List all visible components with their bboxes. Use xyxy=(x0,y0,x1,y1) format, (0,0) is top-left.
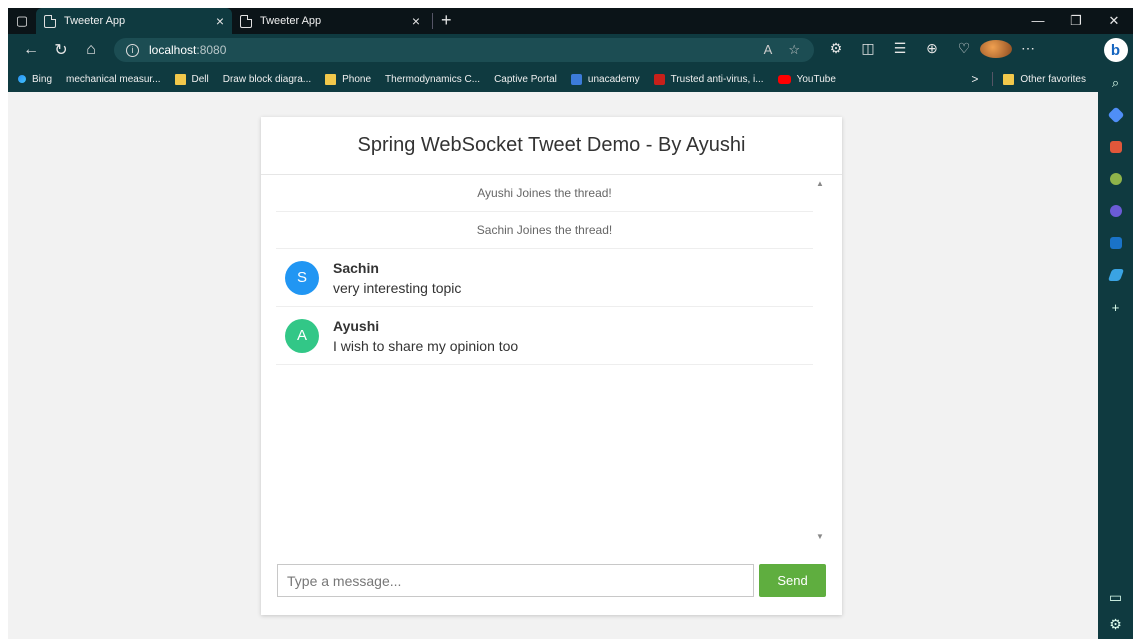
chat-message: A Ayushi I wish to share my opinion too xyxy=(276,307,813,365)
favorite-unacademy[interactable]: unacademy xyxy=(570,73,640,85)
favorite-youtube[interactable]: YouTube xyxy=(777,73,836,85)
microsoft365-icon[interactable] xyxy=(1105,200,1127,222)
info-icon[interactable]: i xyxy=(126,43,139,57)
close-icon[interactable]: × xyxy=(412,13,420,29)
favorite-label: Thermodynamics C... xyxy=(385,73,481,85)
toolbox-icon[interactable] xyxy=(1105,136,1127,158)
url-field[interactable]: i localhost:8080 A ☆ xyxy=(114,38,814,62)
folder-icon xyxy=(174,73,186,85)
close-icon[interactable]: × xyxy=(216,13,224,29)
address-bar: ← ↻ ⌂ i localhost:8080 A ☆ ⚙ ◫ ☰ ⊕ ♡ ⋯ xyxy=(8,34,1098,66)
favorite-mechanical[interactable]: mechanical measur... xyxy=(16,73,161,169)
favorite-label: unacademy xyxy=(587,73,640,85)
tab-actions-icon[interactable]: ▢ xyxy=(8,8,36,34)
url-host: localhost xyxy=(149,43,197,57)
favorite-label: Draw block diagra... xyxy=(222,73,312,85)
message-text: I wish to share my opinion too xyxy=(333,337,519,354)
search-icon[interactable]: ⌕ xyxy=(1105,72,1127,94)
window-controls: — ❐ ✕ xyxy=(1019,13,1133,29)
new-tab-icon[interactable]: + xyxy=(432,11,460,29)
games-icon[interactable] xyxy=(1105,168,1127,190)
scrollbar[interactable]: ▲ ▼ xyxy=(814,175,828,547)
favorites-icon[interactable]: ☰ xyxy=(884,40,916,61)
tab-tweeter-app-1[interactable]: Tweeter App × xyxy=(36,8,232,34)
split-screen-icon[interactable]: ◫ xyxy=(852,40,884,61)
chat-header: Spring WebSocket Tweet Demo - By Ayushi xyxy=(261,117,842,175)
favorites-bar: Bing mechanical measur... Dell Draw bloc… xyxy=(8,66,1098,169)
extensions-icon[interactable]: ⚙ xyxy=(820,40,852,61)
drop-icon[interactable] xyxy=(1105,264,1127,286)
page-icon xyxy=(240,14,252,28)
avatar: S xyxy=(285,260,319,295)
favorite-label: Captive Portal xyxy=(494,73,557,85)
chat-card: Spring WebSocket Tweet Demo - By Ayushi … xyxy=(261,117,842,615)
copilot-icon[interactable]: b xyxy=(1103,38,1128,62)
chat-message: S Sachin very interesting topic xyxy=(276,249,813,307)
favorite-draw-block[interactable]: Draw block diagra... xyxy=(16,73,312,169)
message-input[interactable] xyxy=(277,564,755,597)
divider xyxy=(992,72,994,86)
favorite-label: YouTube xyxy=(796,73,836,85)
favorite-label: mechanical measur... xyxy=(66,73,161,85)
favorite-thermodynamics[interactable]: Thermodynamics C... xyxy=(16,73,481,169)
favorite-antivirus[interactable]: Trusted anti-virus, i... xyxy=(653,73,764,85)
other-favorites-label: Other favorites xyxy=(1020,73,1086,85)
folder-icon xyxy=(1003,73,1015,85)
favorite-label: Dell xyxy=(191,73,209,85)
sender-name: Sachin xyxy=(333,259,379,276)
page-title: Spring WebSocket Tweet Demo - By Ayushi xyxy=(357,134,746,156)
browser-essentials-icon[interactable]: ♡ xyxy=(948,40,980,61)
tab-bar: ▢ Tweeter App × Tweeter App × + — ❐ ✕ xyxy=(8,8,1133,34)
url-port: :8080 xyxy=(196,43,227,57)
sender-name: Ayushi xyxy=(333,317,380,334)
restore-icon[interactable]: ❐ xyxy=(1057,13,1095,29)
outlook-icon[interactable] xyxy=(1105,232,1127,254)
tag-icon[interactable] xyxy=(1105,104,1127,126)
unacademy-icon xyxy=(570,73,582,85)
collections-icon[interactable]: ⊕ xyxy=(916,40,948,61)
favorite-label: Bing xyxy=(32,73,53,85)
event-message: Sachin Joines the thread! xyxy=(276,212,813,249)
more-options-icon[interactable]: ⋯ xyxy=(1012,40,1044,61)
event-message: Ayushi Joines the thread! xyxy=(276,175,813,212)
back-icon[interactable]: ← xyxy=(16,41,46,59)
message-text: very interesting topic xyxy=(333,279,462,296)
scroll-down-icon[interactable]: ▼ xyxy=(816,532,824,541)
tab-label: Tweeter App xyxy=(64,15,126,27)
favorite-captive-portal[interactable]: Captive Portal xyxy=(16,73,557,169)
favorite-bing[interactable]: Bing xyxy=(18,74,52,85)
other-favorites[interactable]: Other favorites xyxy=(1003,73,1086,85)
page-viewport: Spring WebSocket Tweet Demo - By Ayushi … xyxy=(8,92,1098,639)
message-list[interactable]: Ayushi Joines the thread! Sachin Joines … xyxy=(276,175,828,547)
read-aloud-icon[interactable]: A xyxy=(764,42,773,58)
favorite-dell[interactable]: Dell xyxy=(174,73,209,85)
avatar: A xyxy=(285,318,319,353)
edge-sidebar: b ⌕ + ▭ ⚙ xyxy=(1098,34,1133,639)
bing-icon xyxy=(18,75,26,83)
refresh-icon[interactable]: ↻ xyxy=(46,40,76,60)
folder-icon xyxy=(325,73,337,85)
home-icon[interactable]: ⌂ xyxy=(76,41,106,59)
hide-sidebar-icon[interactable]: ▭ xyxy=(1109,589,1122,606)
settings-icon[interactable]: ⚙ xyxy=(1109,616,1122,633)
youtube-icon xyxy=(777,74,791,84)
minimize-icon[interactable]: — xyxy=(1019,13,1057,29)
message-composer: Send xyxy=(277,564,826,597)
chevron-right-icon[interactable]: > xyxy=(971,72,978,86)
favorite-star-icon[interactable]: ☆ xyxy=(788,42,800,58)
antivirus-icon xyxy=(653,73,665,85)
favorite-phone[interactable]: Phone xyxy=(325,73,372,85)
tab-label: Tweeter App xyxy=(260,15,322,27)
page-icon xyxy=(44,14,56,28)
favorite-label: Trusted anti-virus, i... xyxy=(670,73,764,85)
add-icon[interactable]: + xyxy=(1105,296,1127,318)
favorite-label: Phone xyxy=(342,73,372,85)
profile-avatar-icon[interactable] xyxy=(980,39,1012,61)
send-button[interactable]: Send xyxy=(759,564,826,597)
scroll-up-icon[interactable]: ▲ xyxy=(816,179,824,188)
tab-tweeter-app-2[interactable]: Tweeter App × xyxy=(232,8,428,34)
close-window-icon[interactable]: ✕ xyxy=(1095,13,1133,29)
